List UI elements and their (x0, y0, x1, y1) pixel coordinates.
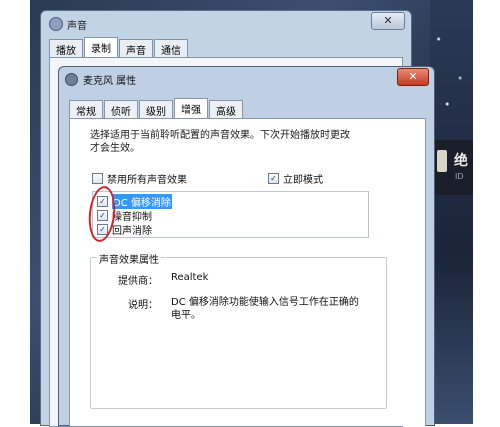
effect-label: 回声消除 (112, 226, 152, 237)
effect-properties-group: 声音效果属性 提供商： Realtek 说明： DC 偏移消除功能使输入信号工作… (90, 251, 387, 409)
enhancements-panel: 选择适用于当前聆听配置的声音效果。下次开始播放时更改才会生效。 禁用所有声音效果… (69, 118, 426, 426)
disable-all-effects-option[interactable]: 禁用所有声音效果 (92, 171, 187, 186)
disable-all-checkbox[interactable] (92, 173, 103, 184)
close-button[interactable]: ✕ (397, 68, 429, 86)
effects-list: ✓ DC 偏移消除 ✓ 噪音抑制 ✓ 回声消除 (86, 184, 369, 244)
tab-enhancements[interactable]: 增强 (174, 98, 208, 120)
immediate-mode-label: 立即模式 (283, 175, 323, 186)
close-button[interactable]: ✕ (371, 12, 405, 30)
description-label: 说明： (128, 300, 158, 311)
side-subtitle: ID (455, 172, 464, 181)
disable-all-label: 禁用所有声音效果 (107, 175, 187, 186)
tab-recording[interactable]: 录制 (84, 37, 118, 59)
sound-window-title: 声音 (67, 20, 87, 32)
mic-properties-window: 麦克风 属性 ✕ 常规 侦听 级别 增强 高级 选择适用于当前聆听配置的声音效果… (58, 66, 435, 426)
description-value: DC 偏移消除功能使输入信号工作在正确的电平。 (171, 297, 359, 321)
immediate-mode-option[interactable]: ✓ 立即模式 (268, 171, 323, 186)
mic-window-title: 麦克风 属性 (83, 76, 137, 87)
side-title: 绝 (454, 153, 468, 169)
effect-label: DC 偏移消除 (112, 194, 172, 209)
effect-label: 噪音抑制 (112, 212, 152, 223)
immediate-mode-checkbox[interactable]: ✓ (268, 173, 279, 184)
starfield (430, 0, 473, 130)
speaker-icon (49, 17, 63, 31)
provider-value: Realtek (171, 272, 209, 283)
mic-window-titlebar: 麦克风 属性 (65, 72, 136, 87)
avatar (437, 150, 447, 172)
enhancements-description: 选择适用于当前聆听配置的声音效果。下次开始播放时更改才会生效。 (90, 130, 350, 154)
provider-label: 提供商： (118, 276, 158, 287)
microphone-icon (65, 73, 78, 86)
sound-window-titlebar: 声音 (49, 15, 87, 33)
group-title: 声音效果属性 (97, 251, 161, 266)
